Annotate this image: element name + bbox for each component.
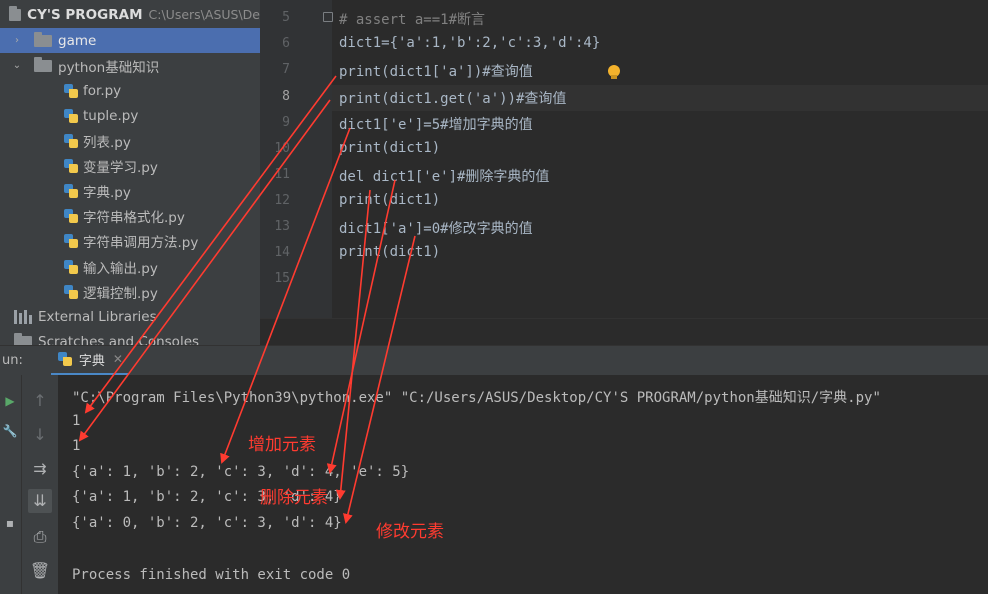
file-label: 字典.py (83, 184, 131, 201)
soft-wrap-icon[interactable]: ⇉ (28, 457, 52, 481)
code-line[interactable]: dict1['e']=5#增加字典的值 (339, 114, 533, 134)
tree-item-file[interactable]: 字典.py (0, 178, 260, 203)
tree-item-file[interactable]: for.py (0, 78, 260, 103)
tree-item-external-libraries[interactable]: External Libraries (0, 304, 260, 329)
python-file-icon (57, 351, 73, 367)
code-line[interactable]: print(dict1) (339, 244, 440, 260)
line-number: 11 (274, 167, 290, 182)
python-file-icon (63, 233, 79, 249)
line-number: 5 (282, 10, 290, 25)
line-number: 8 (282, 89, 290, 104)
bulb-icon[interactable] (608, 65, 620, 80)
tree-item-file[interactable]: 逻辑控制.py (0, 279, 260, 304)
file-label: tuple.py (83, 107, 139, 124)
tree-item-file[interactable]: 字符串格式化.py (0, 203, 260, 228)
code-line[interactable]: print(dict1) (339, 192, 440, 208)
layout-icon[interactable]: ▪ (0, 511, 22, 535)
run-label: un: (2, 353, 23, 368)
tree-item-scratches[interactable]: Scratches and Consoles (0, 329, 260, 345)
folder-icon (9, 5, 22, 21)
code-line[interactable]: del dict1['e']#删除字典的值 (339, 166, 549, 186)
python-file-icon (63, 284, 79, 300)
console-line: {'a': 0, 'b': 2, 'c': 3, 'd': 4} (72, 515, 342, 531)
line-number: 14 (274, 245, 290, 260)
console-line: {'a': 1, 'b': 2, 'c': 3, 'd': 4, 'e': 5} (72, 464, 410, 480)
tree-item-label: python基础知识 (58, 59, 160, 76)
run-console[interactable]: "C:\Program Files\Python39\python.exe" "… (58, 375, 988, 594)
file-label: 输入输出.py (83, 260, 158, 277)
fold-marker-icon[interactable] (323, 12, 333, 22)
python-file-icon (63, 83, 79, 99)
rerun-icon[interactable]: ▶ (0, 389, 22, 413)
code-line[interactable]: print(dict1.get('a'))#查询值 (339, 88, 566, 108)
code-line[interactable]: # assert a==1#断言 (339, 9, 485, 29)
tree-item-file[interactable]: tuple.py (0, 103, 260, 128)
external-libraries-label: External Libraries (38, 308, 157, 325)
python-file-icon (63, 108, 79, 124)
scratch-icon (14, 332, 32, 345)
tree-item-label: game (58, 32, 97, 49)
scroll-to-end-icon[interactable]: ⇊ (28, 489, 52, 513)
project-root[interactable]: CY'S PROGRAM C:\Users\ASUS\De (0, 2, 260, 27)
chevron-right-icon[interactable]: › (10, 35, 24, 46)
file-label: 变量学习.py (83, 159, 158, 176)
scratches-label: Scratches and Consoles (38, 333, 200, 346)
print-icon[interactable]: ⎙ (28, 525, 52, 549)
annotation-add: 增加元素 (248, 435, 316, 455)
code-line[interactable]: dict1['a']=0#修改字典的值 (339, 218, 533, 238)
folder-icon (34, 56, 52, 72)
file-label: 字符串格式化.py (83, 209, 185, 226)
python-file-icon (63, 259, 79, 275)
project-panel: CY'S PROGRAM C:\Users\ASUS\De › game ⌄ p… (0, 0, 260, 345)
tree-item-file[interactable]: 列表.py (0, 128, 260, 153)
console-line: 1 (72, 413, 81, 429)
left-tool-strip: ▶ 🔧 ▪ (0, 375, 22, 594)
wrench-icon[interactable]: 🔧 (0, 419, 22, 443)
folder-icon (34, 31, 52, 47)
python-file-icon (63, 208, 79, 224)
line-number: 13 (274, 219, 290, 234)
project-path: C:\Users\ASUS\De (148, 7, 260, 22)
code-line[interactable]: dict1={'a':1,'b':2,'c':3,'d':4} (339, 35, 600, 51)
console-line: Process finished with exit code 0 (72, 567, 351, 583)
file-label: for.py (83, 82, 122, 99)
code-editor[interactable]: 5 6 7 8 9 10 11 12 13 14 15 # assert a==… (260, 0, 988, 345)
run-tab[interactable]: 字典 ✕ (50, 346, 129, 376)
code-line[interactable]: print(dict1) (339, 140, 440, 156)
tree-item-file[interactable]: 输入输出.py (0, 254, 260, 279)
run-tab-label: 字典 (78, 353, 105, 369)
tree-item-python-basics[interactable]: ⌄ python基础知识 (0, 53, 260, 78)
scroll-down-icon[interactable]: ↓ (28, 423, 52, 447)
tree-item-game[interactable]: › game (0, 28, 260, 53)
python-file-icon (63, 133, 79, 149)
python-file-icon (63, 183, 79, 199)
file-label: 列表.py (83, 134, 131, 151)
scroll-up-icon[interactable]: ↑ (28, 389, 52, 413)
line-number: 10 (274, 141, 290, 156)
annotation-delete: 删除元素 (260, 488, 328, 508)
line-number: 12 (274, 193, 290, 208)
project-title: CY'S PROGRAM (27, 6, 143, 23)
tree-item-file[interactable]: 变量学习.py (0, 153, 260, 178)
editor-bottom (260, 318, 988, 345)
console-line: 1 (72, 438, 81, 454)
console-line: "C:\Program Files\Python39\python.exe" "… (72, 390, 881, 406)
line-number: 6 (282, 36, 290, 51)
close-icon[interactable]: ✕ (113, 352, 123, 366)
run-tools: ↑ ↓ ⇉ ⇊ ⎙ 🗑 (22, 375, 58, 594)
annotation-modify: 修改元素 (376, 522, 444, 542)
python-file-icon (63, 158, 79, 174)
line-number: 7 (282, 62, 290, 77)
code-line[interactable]: print(dict1['a'])#查询值 (339, 61, 533, 81)
run-toolbar: un: 字典 ✕ (0, 345, 988, 376)
tree-item-file[interactable]: 字符串调用方法.py (0, 228, 260, 253)
library-icon (14, 309, 32, 324)
line-number: 15 (274, 271, 290, 286)
file-label: 逻辑控制.py (83, 285, 158, 302)
trash-icon[interactable]: 🗑 (28, 559, 52, 583)
file-label: 字符串调用方法.py (83, 234, 199, 251)
chevron-down-icon[interactable]: ⌄ (10, 60, 24, 71)
line-number: 9 (282, 115, 290, 130)
